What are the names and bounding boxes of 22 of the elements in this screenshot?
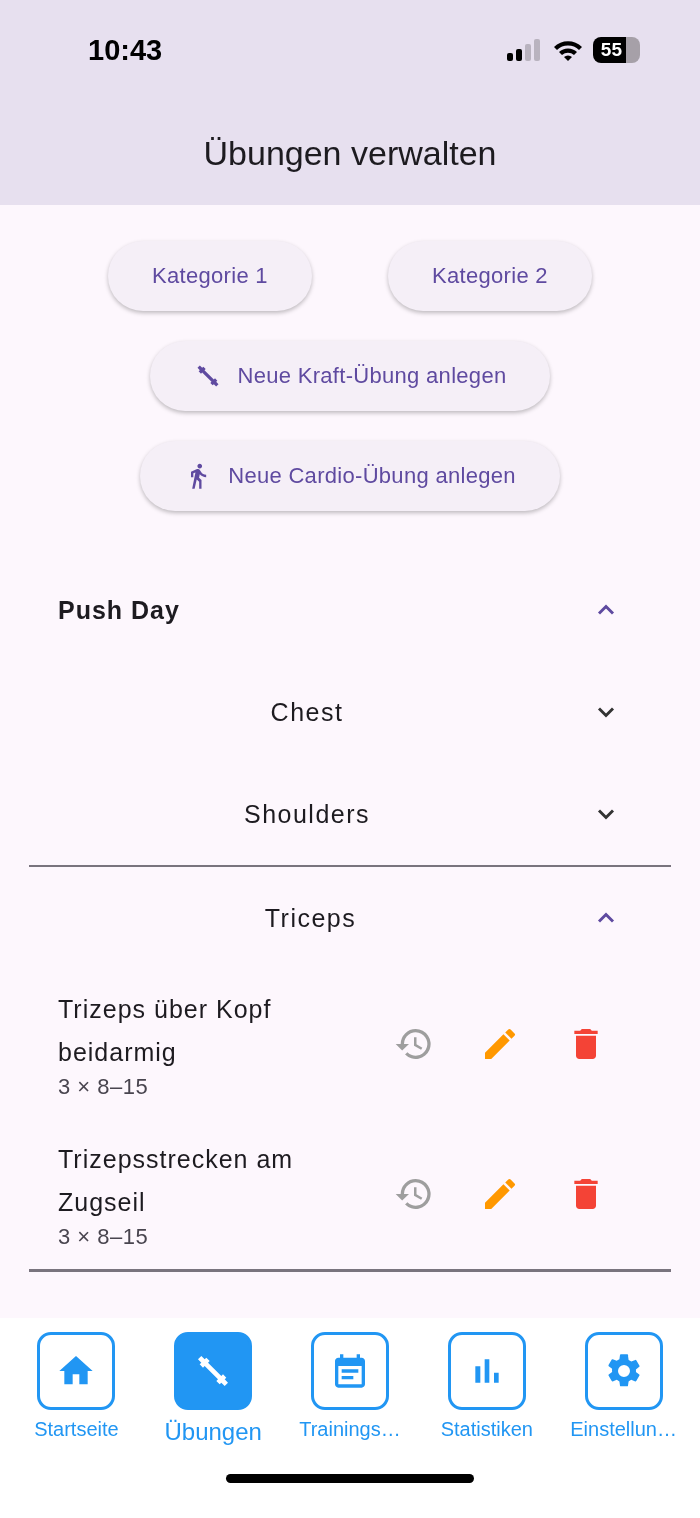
exercise-sets: 3 × 8–15 [58, 1074, 150, 1100]
exercise-sets: 3 × 8–15 [58, 1224, 150, 1250]
nav-icon-frame[interactable] [174, 1332, 253, 1410]
nav-icon-frame[interactable] [584, 1332, 663, 1410]
page-title: Übungen verwalten [202, 133, 498, 173]
nav-icon-frame[interactable] [447, 1332, 526, 1410]
category-title[interactable]: Triceps [29, 903, 592, 933]
nav-icon-frame[interactable] [37, 1332, 116, 1410]
new-strength-button[interactable]: Neue Kraft-Übung anlegen [149, 341, 551, 411]
group-title[interactable]: Push Day [58, 595, 180, 625]
new-cardio-button[interactable]: Neue Cardio-Übung anlegen [140, 441, 560, 511]
status-time: 10:43 [88, 33, 163, 67]
nav-icon-frame[interactable] [311, 1332, 389, 1410]
category-title[interactable]: Chest [0, 697, 592, 727]
category-button[interactable]: Kategorie 2 [388, 241, 592, 311]
exercise-name: Trizeps über Kopf beidarmig [58, 994, 273, 1068]
battery-indicator: 55 [592, 37, 640, 63]
category-title[interactable]: Shoulders [0, 799, 592, 829]
signal-icon [506, 39, 543, 61]
exercise-name: Trizepsstrecken am Zugseil [58, 1144, 295, 1218]
category-button[interactable]: Kategorie 1 [108, 241, 312, 311]
wifi-icon [552, 39, 583, 61]
